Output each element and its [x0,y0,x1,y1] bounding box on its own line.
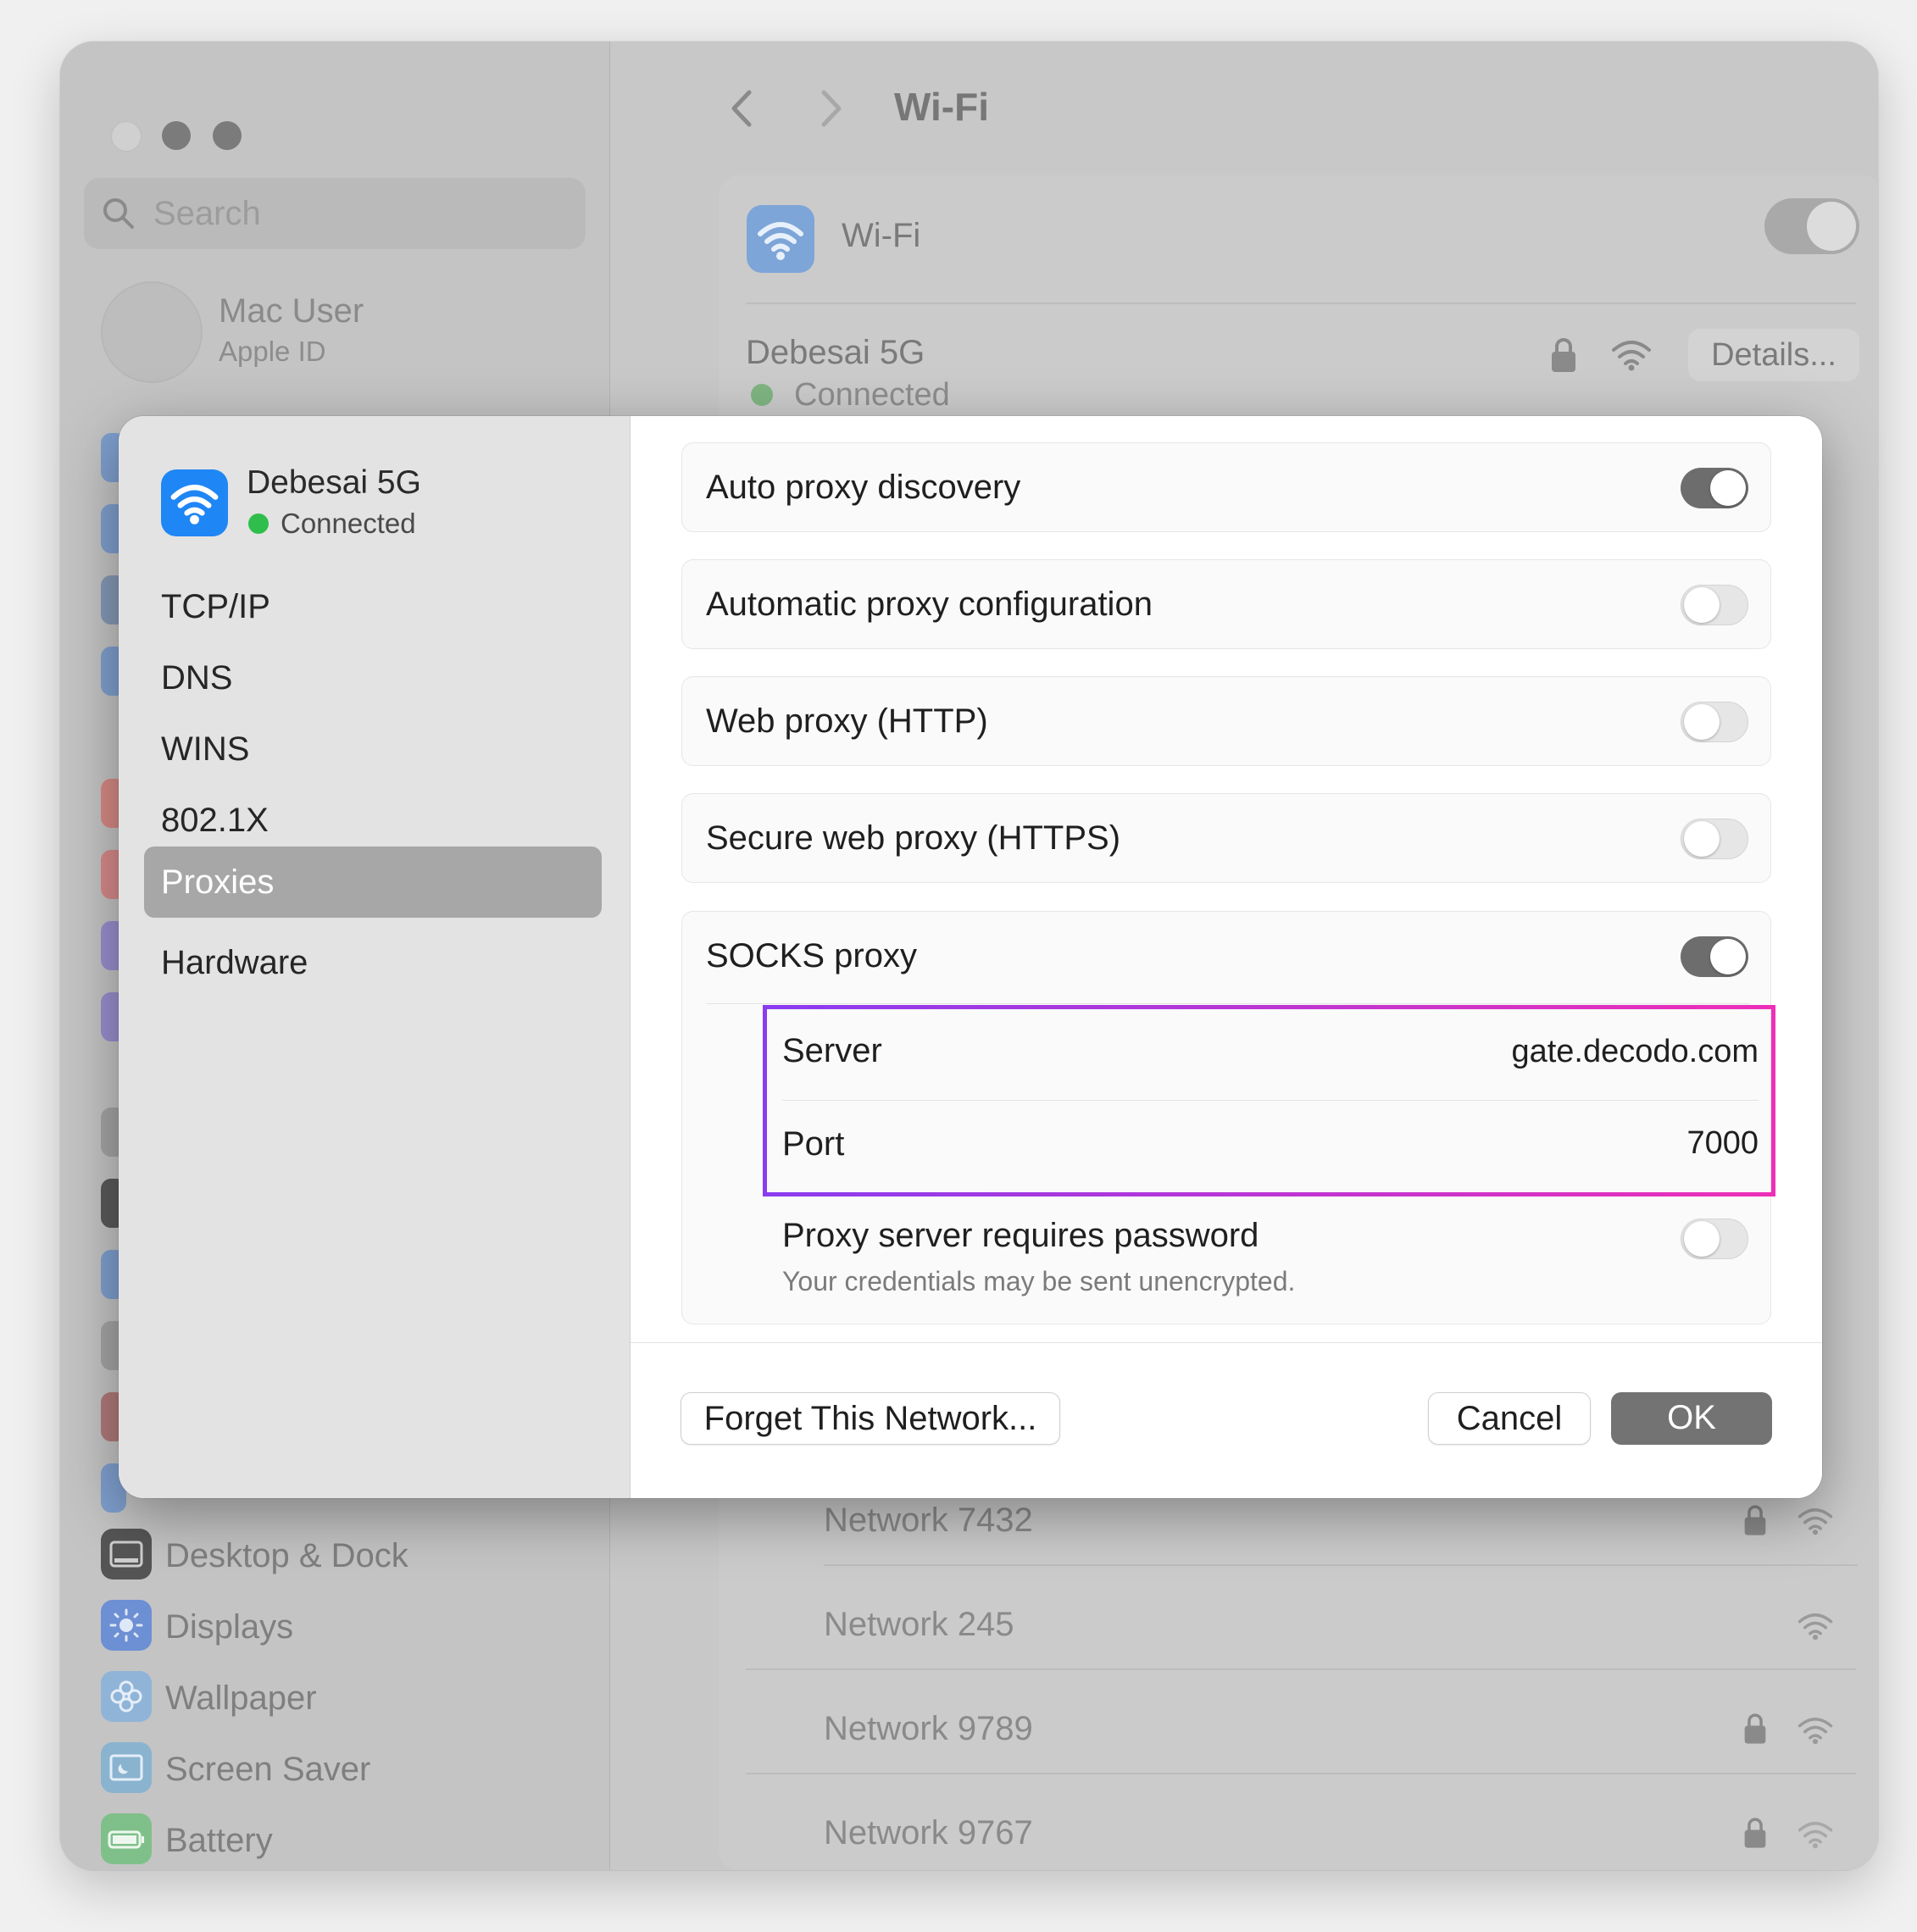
search-icon [103,198,134,229]
network-details-dialog: Debesai 5G Connected TCP/IP DNS WINS 802… [119,416,1822,1498]
server-field[interactable]: gate.decodo.com [1275,1034,1759,1070]
tab-label: 802.1X [161,802,269,839]
wifi-icon [161,469,228,536]
wifi-icon [747,205,814,273]
web-proxy-http-row: Web proxy (HTTP) [681,676,1771,766]
forward-arrow-icon[interactable] [814,87,847,130]
automatic-proxy-configuration-row: Automatic proxy configuration [681,559,1771,649]
row-label: Auto proxy discovery [706,469,1021,506]
web-proxy-http-toggle[interactable] [1681,702,1748,742]
divider [746,303,1856,304]
forget-network-button[interactable]: Forget This Network... [681,1392,1060,1445]
connected-status-dot [248,514,269,534]
divider [782,1100,1759,1101]
tab-hardware[interactable]: Hardware [144,927,602,998]
search-placeholder: Search [153,195,261,232]
network-name: Debesai 5G [247,464,421,501]
network-list-item[interactable]: Network 9767 [824,1814,1033,1852]
wifi-signal-icon [1798,1613,1833,1641]
tab-dns[interactable]: DNS [144,642,602,713]
tab-label: DNS [161,659,233,697]
sidebar-item-label: Displays [165,1608,294,1646]
tab-proxies[interactable]: Proxies [144,847,602,918]
displays-icon [101,1600,152,1651]
automatic-proxy-configuration-toggle[interactable] [1681,585,1748,625]
cancel-button[interactable]: Cancel [1428,1392,1591,1445]
server-label: Server [782,1032,882,1069]
wifi-signal-icon [1798,1822,1833,1849]
lock-icon [1744,1818,1766,1848]
current-network-name: Debesai 5G [746,334,925,371]
lock-icon [1552,338,1575,372]
battery-icon [101,1813,152,1864]
divider [746,1668,1856,1670]
user-subtitle: Apple ID [219,336,326,367]
tab-label: WINS [161,730,250,768]
sidebar-item-label: Screen Saver [165,1751,371,1788]
wifi-label: Wi-Fi [842,217,921,254]
socks-proxy-toggle[interactable] [1681,936,1748,977]
tab-wins[interactable]: WINS [144,713,602,785]
sidebar-item-label: Desktop & Dock [165,1537,408,1574]
wifi-signal-icon [1612,341,1651,371]
screen-saver-icon [101,1742,152,1793]
current-network-status: Connected [794,377,950,413]
lock-icon [1744,1713,1766,1744]
wifi-signal-icon [1798,1718,1833,1745]
back-arrow-icon[interactable] [725,87,759,130]
divider [824,1564,1858,1566]
socks-proxy-card: SOCKS proxy Server gate.decodo.com Port … [681,911,1775,1324]
password-required-toggle[interactable] [1681,1219,1748,1259]
tab-label: Hardware [161,944,308,981]
divider [706,1003,1750,1004]
network-list-item[interactable]: Network 9789 [824,1710,1033,1748]
sidebar-item-label: Battery [165,1822,273,1859]
wifi-toggle[interactable] [1764,198,1859,254]
minimize-window-button[interactable] [162,121,191,150]
secure-web-proxy-https-toggle[interactable] [1681,819,1748,859]
port-field[interactable]: 7000 [1275,1125,1759,1162]
zoom-window-button[interactable] [213,121,242,150]
tab-label: Proxies [161,863,275,901]
user-name[interactable]: Mac User [219,292,364,330]
lock-icon [1744,1505,1766,1535]
ok-button[interactable]: OK [1611,1392,1772,1445]
wallpaper-icon [101,1671,152,1722]
network-status: Connected [281,508,416,539]
network-list-item[interactable]: Network 245 [824,1606,1014,1644]
details-button[interactable]: Details... [1688,329,1859,381]
row-label: Automatic proxy configuration [706,586,1153,623]
divider [631,1342,1822,1343]
secure-web-proxy-https-row: Secure web proxy (HTTPS) [681,793,1771,883]
page-title: Wi-Fi [894,85,989,129]
socks-proxy-label: SOCKS proxy [706,937,917,974]
port-label: Port [782,1125,845,1163]
password-required-label: Proxy server requires password [782,1217,1259,1254]
sidebar-item-label: Wallpaper [165,1679,317,1717]
avatar[interactable] [101,281,203,383]
connected-status-dot [751,384,773,406]
network-list-item[interactable]: Network 7432 [824,1502,1033,1540]
tab-tcp-ip[interactable]: TCP/IP [144,571,602,642]
row-label: Web proxy (HTTP) [706,702,988,740]
desktop-dock-icon [101,1529,152,1579]
wifi-signal-icon [1798,1508,1833,1535]
tab-802-1x[interactable]: 802.1X [144,785,602,856]
auto-proxy-discovery-toggle[interactable] [1681,468,1748,508]
password-warning-note: Your credentials may be sent unencrypted… [782,1266,1296,1296]
row-label: Secure web proxy (HTTPS) [706,819,1121,857]
auto-proxy-discovery-row: Auto proxy discovery [681,442,1771,532]
tab-label: TCP/IP [161,588,270,625]
dialog-sidebar: Debesai 5G Connected TCP/IP DNS WINS 802… [119,416,631,1498]
proxies-pane: Auto proxy discovery Automatic proxy con… [631,416,1822,1498]
divider [746,1773,1856,1774]
close-window-button[interactable] [111,121,142,152]
